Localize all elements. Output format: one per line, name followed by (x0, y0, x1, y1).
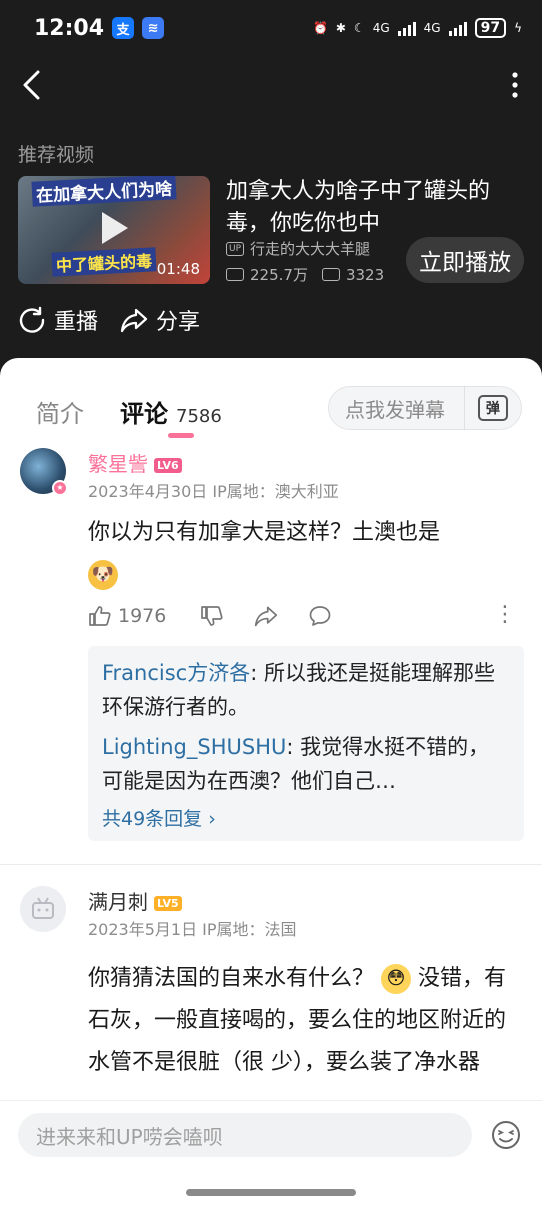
reply-preview-box[interactable]: Francisc方济各: 所以我还是挺能理解那些环保游行者的。 Lighting… (88, 646, 524, 841)
reply-icon[interactable] (308, 604, 332, 628)
tab-intro[interactable]: 简介 (36, 394, 84, 429)
alarm-icon: ⏰ (312, 21, 328, 35)
signal-icon (397, 20, 416, 36)
back-arrow-icon[interactable] (18, 68, 48, 102)
thumb-caption-top: 在加拿大人们为啥 (31, 176, 177, 207)
play-now-button[interactable]: 立即播放 (406, 237, 524, 283)
like-icon[interactable] (88, 604, 112, 628)
username-text: 繁星訾 (88, 452, 148, 476)
reply-item[interactable]: Lighting_SHUSHU: 我觉得水挺不错的，可能是因为在西澳？他们自己… (102, 730, 510, 798)
network-type-2: 4G (423, 21, 441, 35)
more-vertical-icon[interactable] (510, 70, 520, 100)
comment-text: 你猜猜法国的自来水有什么？ 😳 没错，有石灰，一般直接喝的，要么住的地区附近的水… (88, 958, 508, 1084)
tab-comments-label: 评论 (120, 400, 168, 428)
status-bar: 12:04 支 ≋ ⏰ ✱ ☾ 4G 4G 97 ϟ (0, 0, 542, 56)
bluetooth-icon: ✱ (335, 21, 346, 35)
danmu-input[interactable]: 点我发弹幕 弹 (328, 386, 522, 430)
comment-count: 7586 (176, 406, 222, 427)
danmu-icon: 弹 (477, 395, 508, 421)
uploader-name: 行走的大大大羊腿 (250, 240, 371, 258)
level-badge: LV6 (154, 458, 182, 473)
comment-actions: 1976 (88, 604, 332, 628)
share-icon (120, 308, 148, 333)
detail-tabs: 简介 评论 7586 (36, 394, 222, 429)
avatar[interactable]: ★ (20, 448, 68, 496)
comment-input-bar: 进来来和UP唠会嗑呗 (0, 1100, 542, 1206)
doge-emoji-icon: 🐶 (88, 560, 118, 590)
view-more-replies-link[interactable]: 共49条回复 › (102, 804, 510, 831)
comment-username[interactable]: 繁星訾 LV6 (88, 448, 182, 477)
share-comment-icon[interactable] (254, 604, 278, 628)
comment-username[interactable]: 满月刺 LV5 (88, 886, 182, 915)
detail-sheet: 简介 评论 7586 点我发弹幕 弹 ★ 繁星訾 LV6 2023年4月30日 IP… (0, 358, 542, 1206)
reply-item[interactable]: Francisc方济各: 所以我还是挺能理解那些环保游行者的。 (102, 656, 510, 724)
status-time: 12:04 (34, 15, 105, 41)
comment-divider (0, 864, 542, 865)
replay-icon (19, 306, 45, 333)
active-tab-indicator (168, 433, 194, 438)
avatar[interactable] (20, 886, 66, 932)
comment-more-icon[interactable]: ⋮ (494, 602, 516, 627)
vip-badge-icon: ★ (52, 480, 68, 496)
video-navbar (0, 60, 542, 110)
reply-username[interactable]: Lighting_SHUSHU (102, 735, 286, 759)
dislike-icon[interactable] (200, 604, 224, 628)
signal-icon-2 (448, 20, 467, 36)
up-badge: UP (226, 241, 245, 256)
thumb-caption-bottom: 中了罐头的毒 (51, 247, 157, 277)
dazed-emoji-icon: 😳 (381, 964, 412, 994)
charging-icon: ϟ (514, 21, 522, 35)
network-type-1: 4G (372, 21, 390, 35)
level-badge: LV5 (154, 896, 182, 911)
recommended-video-title[interactable]: 加拿大人为啥子中了罐头的毒，你吃你也中 (226, 176, 526, 240)
moon-icon: ☾ (353, 21, 365, 35)
alipay-icon: 支 (112, 17, 135, 39)
comment-input[interactable]: 进来来和UP唠会嗑呗 (18, 1113, 472, 1157)
comment-meta: 2023年4月30日 IP属地：澳大利亚 (88, 482, 339, 501)
tab-comments[interactable]: 评论 7586 (120, 394, 222, 429)
comment-text-part-a: 你猜猜法国的自来水有什么？ (88, 966, 375, 991)
chevron-right-icon: › (208, 808, 216, 830)
recommend-section-title: 推荐视频 (18, 144, 95, 166)
comment-text: 你以为只有加拿大是这样？土澳也是 🐶 (88, 512, 508, 596)
share-button[interactable]: 分享 (120, 304, 200, 336)
video-stats: 225.7万 3323 (226, 264, 384, 285)
video-end-panel: 12:04 支 ≋ ⏰ ✱ ☾ 4G 4G 97 ϟ 推荐视频 在加拿大人们为啥… (0, 0, 542, 380)
danmu-placeholder: 点我发弹幕 (345, 397, 445, 422)
comment-meta: 2023年5月1日 IP属地：法国 (88, 920, 297, 939)
replay-label: 重播 (54, 310, 99, 335)
comment-text-body: 你以为只有加拿大是这样？土澳也是 (88, 520, 441, 545)
reply-username[interactable]: Francisc方济各 (102, 661, 250, 685)
danmaku-icon (321, 268, 340, 281)
play-icon (102, 212, 128, 244)
like-count: 1976 (118, 605, 167, 627)
end-actions: 重播 分享 (18, 304, 200, 336)
emoji-picker-icon[interactable] (490, 1119, 522, 1151)
video-duration: 01:48 (156, 260, 200, 278)
view-count: 225.7万 (250, 266, 308, 284)
default-avatar-icon (32, 897, 54, 919)
danmu-toggle-button[interactable]: 弹 (463, 386, 521, 430)
comment-text-part-c: 少），要么装了净水器 (271, 1050, 481, 1075)
home-indicator[interactable] (186, 1189, 356, 1196)
danmaku-count: 3323 (345, 265, 385, 284)
uploader-row[interactable]: UP 行走的大大大羊腿 (226, 238, 370, 259)
views-icon (226, 268, 244, 281)
more-replies-text: 共49条回复 (102, 808, 203, 830)
recommended-video-thumbnail[interactable]: 在加拿大人们为啥 中了罐头的毒 01:48 (18, 176, 210, 284)
replay-button[interactable]: 重播 (18, 304, 98, 336)
username-text: 满月刺 (88, 890, 148, 914)
comment-input-placeholder: 进来来和UP唠会嗑呗 (36, 1124, 223, 1149)
battery-indicator: 97 (474, 18, 507, 38)
share-label: 分享 (156, 310, 201, 335)
voice-app-icon: ≋ (142, 17, 165, 39)
